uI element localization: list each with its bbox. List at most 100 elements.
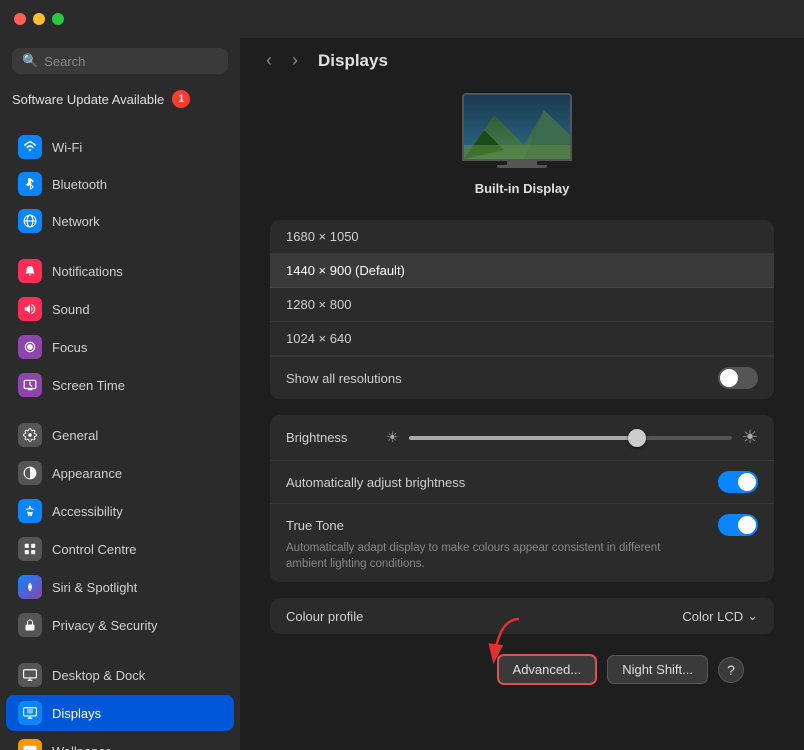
bluetooth-icon (18, 172, 42, 196)
show-all-toggle[interactable] (718, 367, 758, 389)
sidebar-item-label-bluetooth: Bluetooth (52, 177, 107, 192)
main-header: ‹ › Displays (240, 38, 804, 83)
sound-icon (18, 297, 42, 321)
sidebar-item-accessibility[interactable]: Accessibility (6, 493, 234, 529)
show-all-row: Show all resolutions (270, 356, 774, 399)
sidebar-item-displays[interactable]: Displays (6, 695, 234, 731)
appearance-icon (18, 461, 42, 485)
monitor-image (462, 93, 582, 173)
sidebar-item-siri[interactable]: Siri & Spotlight (6, 569, 234, 605)
sidebar-item-label-privacy: Privacy & Security (52, 618, 157, 633)
software-update-label: Software Update Available (12, 92, 164, 107)
sidebar-item-label-wallpaper: Wallpaper (52, 744, 110, 750)
search-container: 🔍 Search (0, 38, 240, 82)
show-all-label: Show all resolutions (286, 371, 402, 386)
resolution-1440[interactable]: 1440 × 900 (Default) (270, 254, 774, 288)
sidebar-item-notifications[interactable]: Notifications (6, 253, 234, 289)
notifications-icon (18, 259, 42, 283)
slider-fill (409, 436, 635, 440)
brightness-slider[interactable] (409, 436, 732, 440)
displays-icon (18, 701, 42, 725)
sidebar-item-label-network: Network (52, 214, 100, 229)
resolution-1024[interactable]: 1024 × 640 (270, 322, 774, 356)
desktop-icon (18, 663, 42, 687)
traffic-lights (14, 13, 64, 25)
toggle-knob-show-all (720, 369, 738, 387)
sidebar-item-wallpaper[interactable]: Wallpaper (6, 733, 234, 750)
search-placeholder: Search (44, 54, 85, 69)
brightness-card: Brightness ☀ ☀ Automatically adjust brig… (270, 415, 774, 582)
night-shift-button[interactable]: Night Shift... (607, 655, 708, 684)
auto-brightness-row: Automatically adjust brightness (270, 461, 774, 503)
display-monitor: Built-in Display (270, 93, 774, 196)
display-area: Built-in Display 1680 × 1050 1440 × 900 … (240, 83, 804, 721)
forward-button[interactable]: › (286, 48, 304, 73)
true-tone-label: True Tone (286, 518, 344, 533)
brightness-label: Brightness (286, 430, 376, 445)
resolution-card: 1680 × 1050 1440 × 900 (Default) 1280 × … (270, 220, 774, 399)
minimize-button[interactable] (33, 13, 45, 25)
sidebar-item-label-sound: Sound (52, 302, 90, 317)
colour-profile-row: Colour profile Color LCD ⌄ (270, 598, 774, 634)
toggle-knob-auto (738, 473, 756, 491)
sidebar-item-screentime[interactable]: Screen Time (6, 367, 234, 403)
sidebar-network-section: Wi-Fi Bluetooth Network (0, 128, 240, 240)
sidebar-item-sound[interactable]: Sound (6, 291, 234, 327)
sidebar-item-label-notifications: Notifications (52, 264, 123, 279)
sidebar-item-label-controlcentre: Control Centre (52, 542, 137, 557)
controlcentre-icon (18, 537, 42, 561)
sidebar-item-label-focus: Focus (52, 340, 87, 355)
resolution-1280[interactable]: 1280 × 800 (270, 288, 774, 322)
sidebar-item-label-siri: Siri & Spotlight (52, 580, 137, 595)
software-update-item[interactable]: Software Update Available 1 (0, 82, 240, 112)
network-icon (18, 209, 42, 233)
resolution-1680[interactable]: 1680 × 1050 (270, 220, 774, 254)
monitor-foot (497, 165, 547, 168)
wallpaper-icon (18, 739, 42, 750)
brightness-row: Brightness ☀ ☀ (270, 415, 774, 461)
maximize-button[interactable] (52, 13, 64, 25)
brightness-low-icon: ☀ (386, 429, 399, 446)
search-box[interactable]: 🔍 Search (12, 48, 228, 74)
sidebar-item-privacy[interactable]: Privacy & Security (6, 607, 234, 643)
search-icon: 🔍 (22, 53, 38, 69)
focus-icon (18, 335, 42, 359)
sidebar-item-label-general: General (52, 428, 98, 443)
wifi-icon (18, 135, 42, 159)
colour-profile-value[interactable]: Color LCD ⌄ (682, 608, 758, 624)
sidebar-item-controlcentre[interactable]: Control Centre (6, 531, 234, 567)
true-tone-description: Automatically adapt display to make colo… (286, 540, 666, 572)
true-tone-section: True Tone Automatically adapt display to… (270, 503, 774, 582)
accessibility-icon (18, 499, 42, 523)
colour-profile-card: Colour profile Color LCD ⌄ (270, 598, 774, 634)
help-button[interactable]: ? (718, 657, 744, 683)
sidebar-item-label-displays: Displays (52, 706, 101, 721)
sidebar-item-label-desktop: Desktop & Dock (52, 668, 145, 683)
back-button[interactable]: ‹ (260, 48, 278, 73)
sidebar-item-bluetooth[interactable]: Bluetooth (6, 166, 234, 202)
bottom-actions: Advanced... Night Shift... ? (270, 650, 774, 701)
software-update-badge: 1 (172, 90, 190, 108)
true-tone-toggle[interactable] (718, 514, 758, 536)
sidebar: 🔍 Search Software Update Available 1 Wi-… (0, 0, 240, 750)
auto-brightness-label: Automatically adjust brightness (286, 475, 465, 490)
privacy-icon (18, 613, 42, 637)
slider-knob (628, 429, 646, 447)
page-title: Displays (318, 51, 388, 71)
sidebar-item-focus[interactable]: Focus (6, 329, 234, 365)
sidebar-item-general[interactable]: General (6, 417, 234, 453)
monitor-screen (462, 93, 572, 161)
monitor-label: Built-in Display (475, 181, 570, 196)
advanced-button[interactable]: Advanced... (497, 654, 598, 685)
sidebar-item-desktop[interactable]: Desktop & Dock (6, 657, 234, 693)
toggle-knob-truetone (738, 516, 756, 534)
main-content: ‹ › Displays (240, 0, 804, 750)
sidebar-item-label-appearance: Appearance (52, 466, 122, 481)
sidebar-item-wifi[interactable]: Wi-Fi (6, 129, 234, 165)
sidebar-item-appearance[interactable]: Appearance (6, 455, 234, 491)
colour-profile-chevron: ⌄ (747, 608, 758, 624)
close-button[interactable] (14, 13, 26, 25)
sidebar-item-network[interactable]: Network (6, 203, 234, 239)
siri-icon (18, 575, 42, 599)
auto-brightness-toggle[interactable] (718, 471, 758, 493)
